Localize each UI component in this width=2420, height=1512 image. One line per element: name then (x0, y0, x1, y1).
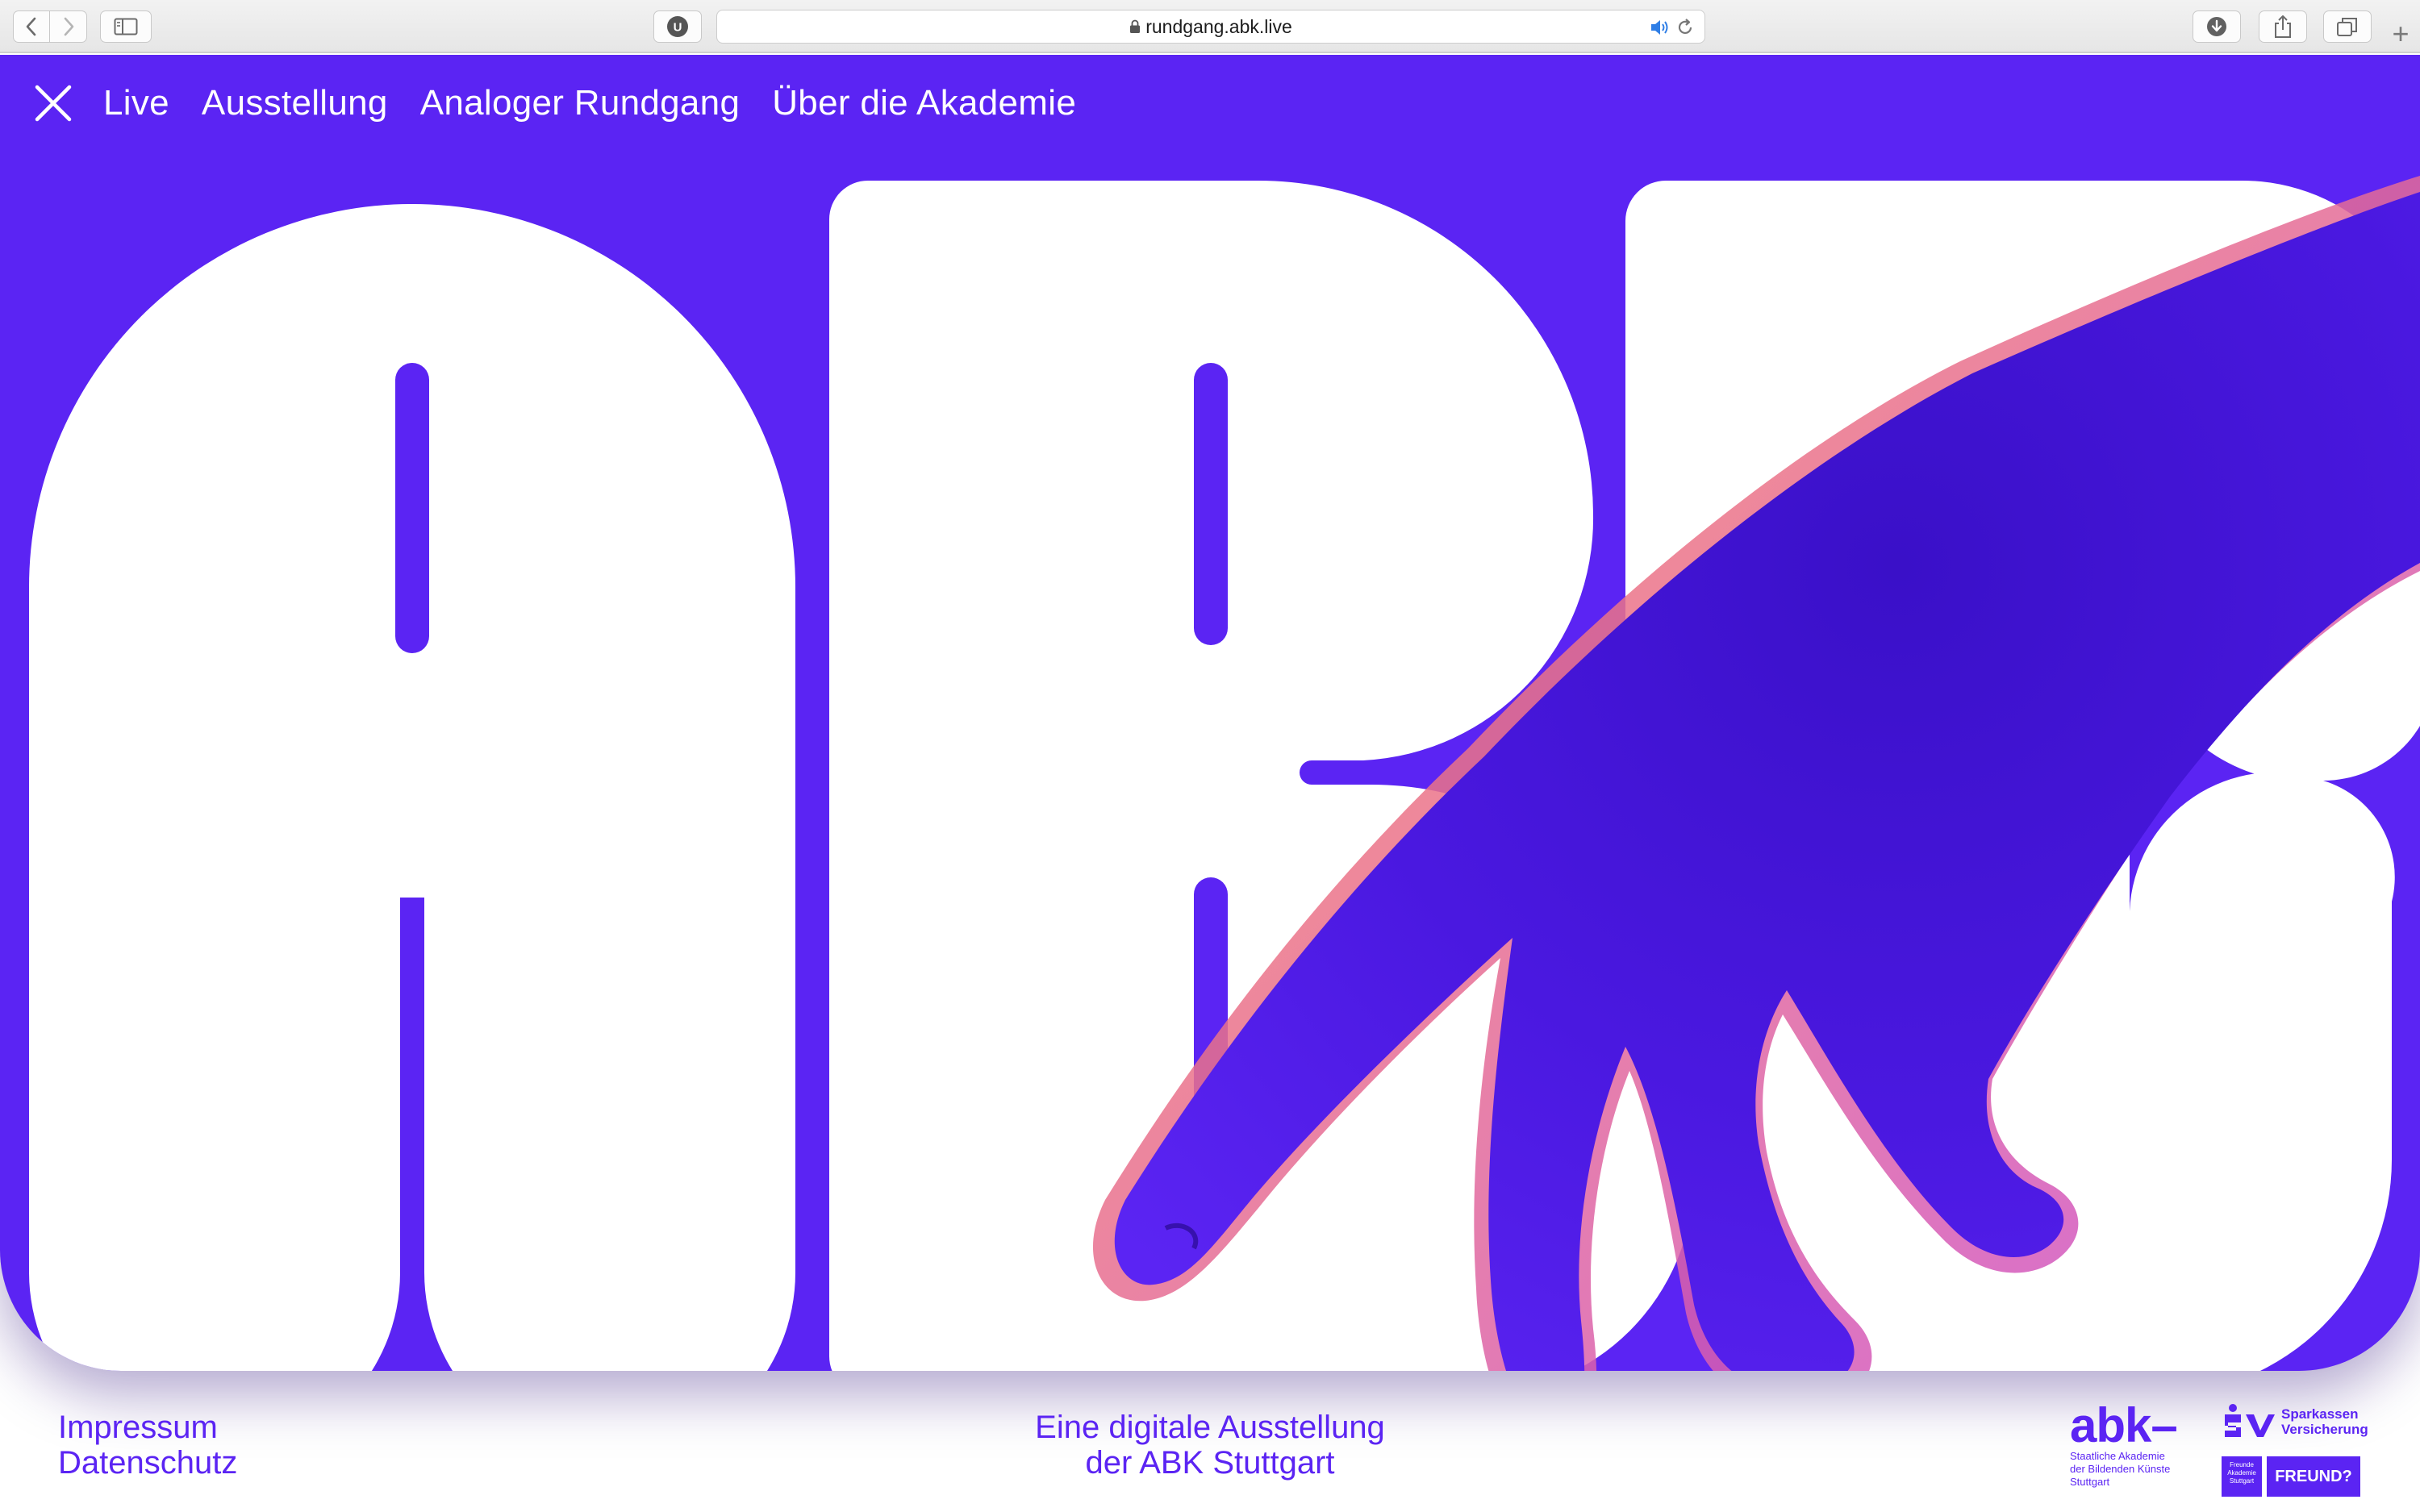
downloads-button[interactable] (2193, 10, 2241, 43)
nav-link-live[interactable]: Live (103, 83, 169, 123)
extension-badge-label: U (674, 21, 682, 35)
address-bar[interactable]: rundgang.abk.live (716, 10, 1705, 44)
abk-logo-subline-3: Stuttgart (2070, 1476, 2110, 1488)
chevron-left-icon (26, 17, 36, 36)
tabs-overview-icon (2337, 18, 2357, 36)
download-icon (2207, 17, 2226, 36)
sparkassen-versicherung-logo[interactable]: Sparkassen Versicherung (2222, 1403, 2368, 1440)
plus-icon: + (2392, 17, 2410, 50)
extension-button[interactable]: U (653, 10, 702, 43)
freund-button[interactable]: FREUND? (2267, 1456, 2360, 1497)
sv-logo-line-1: Sparkassen (2281, 1406, 2359, 1422)
sidebar-icon (114, 18, 138, 35)
hero-banner: Live Ausstellung Analoger Rundgang Über … (0, 55, 2420, 1371)
abk-logo-subline-2: der Bildenden Künste (2070, 1463, 2171, 1475)
sv-logo-icon (2225, 1404, 2275, 1437)
tagline-line-1: Eine digitale Ausstellung (1035, 1410, 1385, 1445)
letter-a-shape (29, 204, 795, 1371)
close-icon[interactable] (32, 82, 74, 124)
tagline-line-2: der ABK Stuttgart (1085, 1445, 1335, 1481)
url-text: rundgang.abk.live (1145, 15, 1292, 37)
show-tabs-button[interactable] (2323, 10, 2372, 43)
nav-link-ueber-die-akademie[interactable]: Über die Akademie (772, 83, 1076, 123)
abk-letterform-artwork (29, 176, 2420, 1371)
chevron-right-icon (64, 17, 73, 36)
abk-logo-word: abk– (2070, 1398, 2178, 1452)
back-button[interactable] (13, 10, 50, 43)
forward-button[interactable] (50, 10, 87, 43)
sv-logo-line-2: Versicherung (2281, 1422, 2368, 1437)
nav-link-analoger-rundgang[interactable]: Analoger Rundgang (420, 83, 741, 123)
main-navigation: Live Ausstellung Analoger Rundgang Über … (32, 79, 1108, 127)
extension-badge-icon: U (667, 16, 688, 37)
browser-toolbar: U rundgang.abk.live + (0, 0, 2420, 53)
nav-link-ausstellung[interactable]: Ausstellung (202, 83, 388, 123)
freunde-akademie-logo[interactable]: Freunde Akademie Stuttgart (2222, 1456, 2262, 1497)
share-icon (2275, 15, 2291, 38)
sidebar-toggle-button[interactable] (100, 10, 152, 43)
new-tab-button[interactable]: + (2388, 18, 2414, 53)
share-button[interactable] (2259, 10, 2307, 43)
lock-icon (1130, 19, 1141, 33)
tagline: Eine digitale Ausstellung der ABK Stuttg… (968, 1410, 1452, 1481)
datenschutz-link[interactable]: Datenschutz (58, 1445, 237, 1481)
reload-icon[interactable] (1675, 18, 1695, 37)
webpage: Live Ausstellung Analoger Rundgang Über … (0, 55, 2420, 1512)
footer-links: Impressum Datenschutz (58, 1410, 237, 1481)
impressum-link[interactable]: Impressum (58, 1410, 237, 1445)
speaker-icon[interactable] (1650, 18, 1671, 37)
abk-logo[interactable]: abk– Staatliche Akademie der Bildenden K… (2070, 1402, 2191, 1489)
